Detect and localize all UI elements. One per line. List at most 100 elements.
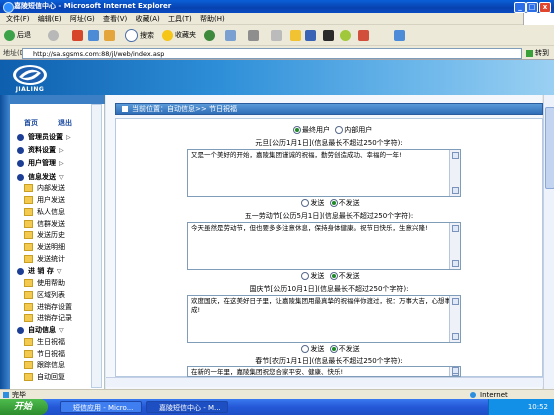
- radio-no-send[interactable]: [329, 345, 338, 353]
- edit-icon: [271, 29, 282, 41]
- messenger-button[interactable]: [305, 29, 318, 42]
- breadcrumb-icon: [122, 106, 128, 112]
- folder-icon: [24, 231, 33, 239]
- stop-button[interactable]: [72, 29, 85, 42]
- print-button[interactable]: [248, 29, 261, 42]
- nav-item-send-stats[interactable]: 发送统计: [24, 254, 65, 265]
- nav-item-help[interactable]: 使用帮助: [24, 278, 65, 289]
- radio-no-send[interactable]: [329, 272, 338, 280]
- radio-no-send[interactable]: [329, 199, 338, 207]
- home-button[interactable]: [104, 29, 117, 42]
- menu-edit[interactable]: 编辑(E): [38, 13, 62, 25]
- nav-item-holiday-greeting[interactable]: 节日祝福: [24, 349, 65, 360]
- nav-section-admin[interactable]: 管理员设置 ▷: [17, 132, 71, 143]
- nav-section-profile[interactable]: 资料设置 ▷: [17, 145, 64, 156]
- nav-item-auto-reply[interactable]: 自动回复: [24, 372, 65, 383]
- nav-item-inventory-records[interactable]: 进销存记录: [24, 313, 72, 324]
- holiday-text-national-day[interactable]: 欢度国庆，在这美好日子里，让嘉陵集团用最真挚的祝福伴你渡过，祝：万事大吉，心想事…: [187, 295, 461, 343]
- radio-send[interactable]: [301, 272, 310, 280]
- forward-button[interactable]: [48, 29, 61, 42]
- folder-icon: [24, 303, 33, 311]
- nav-item-tracking-info[interactable]: 跟踪信息: [24, 360, 65, 371]
- menu-view[interactable]: 查看(V): [103, 13, 127, 25]
- left-nav-scrollbar[interactable]: [91, 104, 102, 388]
- menu-tools[interactable]: 工具(T): [168, 13, 192, 25]
- nav-section-inventory[interactable]: 进 销 存 ▽: [17, 266, 62, 277]
- folder-icon: [24, 220, 33, 228]
- radio-final-user[interactable]: [293, 126, 301, 134]
- nav-section-auto-info[interactable]: 自动信息 ▽: [17, 325, 64, 336]
- nav-item-group-send[interactable]: 信群发送: [24, 219, 65, 230]
- page-scrollbar[interactable]: [543, 95, 554, 389]
- folder-icon: [24, 350, 33, 358]
- chevron-right-icon: ▷: [66, 134, 71, 141]
- menu-goto[interactable]: 阿址(G): [70, 13, 95, 25]
- refresh-icon: [88, 29, 99, 41]
- scrollbar-thumb[interactable]: [545, 107, 554, 189]
- radio-internal-user[interactable]: [335, 126, 344, 134]
- tool-button[interactable]: [358, 29, 371, 42]
- task-jialing-sms[interactable]: 嘉陵短信中心 - M...: [146, 401, 228, 413]
- folder-icon: [24, 255, 33, 263]
- task-sms-app[interactable]: 短信应用 - Micro...: [60, 401, 142, 413]
- textarea-scrollbar[interactable]: [449, 150, 460, 196]
- nav-item-inventory-settings[interactable]: 进销存设置: [24, 302, 72, 313]
- radio-send[interactable]: [301, 199, 310, 207]
- search-button[interactable]: 搜索: [125, 29, 154, 42]
- textarea-scrollbar[interactable]: [449, 296, 460, 342]
- nav-home-link[interactable]: 首页: [24, 118, 38, 128]
- nav-section-send[interactable]: 信息发送 ▽: [17, 172, 64, 183]
- nav-item-region-list[interactable]: 区域列表: [24, 290, 65, 301]
- nav-item-send-detail[interactable]: 发送明细: [24, 242, 65, 253]
- plugin-button[interactable]: [340, 29, 353, 42]
- send-option-national-day: 发送 不发送: [115, 344, 543, 354]
- history-button[interactable]: [204, 29, 217, 42]
- minimize-button[interactable]: _: [514, 2, 526, 13]
- extra-button[interactable]: [394, 29, 407, 42]
- close-button[interactable]: x: [539, 2, 551, 13]
- nav-section-users[interactable]: 用户管理 ▷: [17, 158, 64, 169]
- holiday-text-spring-festival[interactable]: 在新的一年里，嘉陵集团祝您合家平安、健康、快乐!: [187, 366, 461, 377]
- nav-logout-link[interactable]: 退出: [58, 118, 72, 128]
- media-button[interactable]: [323, 29, 336, 42]
- holiday-title-new-year: 元旦[公历1月1日](信息最长不超过250个字符):: [255, 139, 403, 147]
- nav-item-private-info[interactable]: 私人信息: [24, 207, 65, 218]
- holiday-text-new-year[interactable]: 又是一个美好的开始，嘉陵集团谨诚的祝福，勤劳创造成功、幸福的一年!: [187, 149, 461, 197]
- nav-item-user-send[interactable]: 用户发送: [24, 195, 65, 206]
- folder-icon: [24, 243, 33, 251]
- menu-file[interactable]: 文件(F): [6, 13, 30, 25]
- nav-item-birthday-greeting[interactable]: 生日祝福: [24, 337, 65, 348]
- holiday-text-labor-day[interactable]: 今天虽然是劳动节，但也要多多注意休息，保持身体健康。祝节日快乐，生意兴隆!: [187, 222, 461, 270]
- refresh-button[interactable]: [88, 29, 101, 42]
- ie-icon: [3, 2, 14, 13]
- back-button[interactable]: 后退: [4, 29, 31, 42]
- search-icon: [125, 29, 138, 42]
- textarea-scrollbar[interactable]: [449, 367, 460, 376]
- address-input[interactable]: http://sa.sgsms.com:88/jl/web/index.asp: [22, 48, 522, 59]
- media-icon: [323, 29, 334, 41]
- bullet-icon: [17, 133, 24, 141]
- menu-favorites[interactable]: 收藏(A): [135, 13, 159, 25]
- nav-item-internal-send[interactable]: 内部发送: [24, 183, 65, 194]
- radio-send[interactable]: [301, 345, 310, 353]
- system-tray: 10:52: [488, 399, 554, 415]
- chevron-right-icon: ▷: [59, 160, 64, 167]
- send-option-labor-day: 发送 不发送: [115, 271, 543, 281]
- nav-item-send-history[interactable]: 发送历史: [24, 230, 65, 241]
- maximize-button[interactable]: □: [526, 2, 538, 13]
- logo-text: JIALING: [15, 86, 45, 93]
- forward-arrow-icon: [48, 29, 59, 41]
- folder-button[interactable]: [290, 29, 303, 42]
- folder-icon: [24, 196, 33, 204]
- horizontal-scrollbar[interactable]: [106, 377, 543, 387]
- go-button[interactable]: 转到: [526, 48, 552, 59]
- favorites-button[interactable]: 收藏夹: [162, 29, 196, 42]
- toolbar: 后退 搜索 收藏夹: [0, 25, 554, 46]
- edit-button[interactable]: [271, 29, 284, 42]
- textarea-scrollbar[interactable]: [449, 223, 460, 269]
- menu-help[interactable]: 帮助(H): [200, 13, 225, 25]
- bullet-icon: [17, 146, 24, 154]
- holiday-title-national-day: 国庆节[公历10月1日](信息最长不超过250个字符):: [249, 285, 409, 293]
- start-button[interactable]: 开始: [0, 399, 48, 415]
- mail-button[interactable]: [225, 29, 238, 42]
